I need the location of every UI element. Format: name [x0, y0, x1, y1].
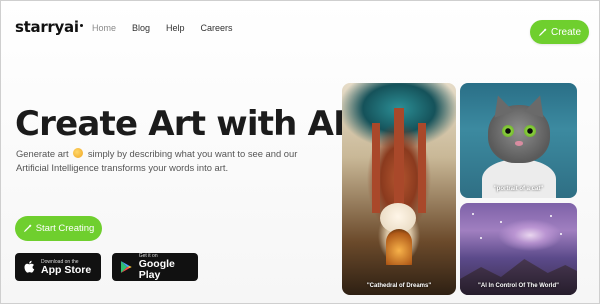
spire-center — [394, 108, 404, 208]
logo[interactable]: starryai — [15, 18, 83, 36]
arch-shape — [386, 229, 412, 265]
nav-careers[interactable]: Careers — [201, 23, 233, 33]
mountain-shape — [460, 259, 577, 295]
spire-left — [372, 123, 380, 213]
play-store-icon — [120, 261, 132, 273]
google-play-button[interactable]: Get it on Google Play — [112, 253, 198, 281]
cat-caption: "portrait of a cat" — [493, 186, 544, 192]
cat-image[interactable]: "portrait of a cat" — [460, 83, 577, 198]
cat-head — [488, 92, 550, 163]
start-creating-button[interactable]: Start Creating — [15, 216, 102, 241]
apple-icon — [24, 260, 35, 273]
space-caption: "AI In Control Of The World" — [478, 283, 559, 289]
nav-blog[interactable]: Blog — [132, 23, 150, 33]
nav-help[interactable]: Help — [166, 23, 185, 33]
cat-body — [482, 159, 556, 198]
spire-right — [418, 123, 426, 213]
main-nav: Home Blog Help Careers — [92, 23, 249, 33]
hero-headline: Create Art with AI — [15, 104, 346, 144]
page: starryai Home Blog Help Careers Create C… — [0, 0, 600, 304]
space-image[interactable]: "AI In Control Of The World" — [460, 203, 577, 295]
brush-icon — [538, 28, 547, 36]
brush-icon — [23, 224, 32, 233]
create-button-label: Create — [550, 26, 581, 38]
emoji-icon — [73, 148, 84, 158]
google-play-big: Google Play — [138, 258, 175, 281]
app-store-big: App Store — [41, 263, 92, 276]
nav-home[interactable]: Home — [92, 23, 116, 33]
hero-subtitle: Generate art simply by describing what y… — [16, 148, 298, 173]
start-creating-label: Start Creating — [35, 223, 95, 234]
create-button[interactable]: Create — [530, 20, 589, 44]
cathedral-image[interactable]: "Cathedral of Dreams" — [342, 83, 456, 295]
app-store-button[interactable]: Download on the App Store — [15, 253, 101, 281]
cathedral-caption: "Cathedral of Dreams" — [366, 283, 432, 289]
